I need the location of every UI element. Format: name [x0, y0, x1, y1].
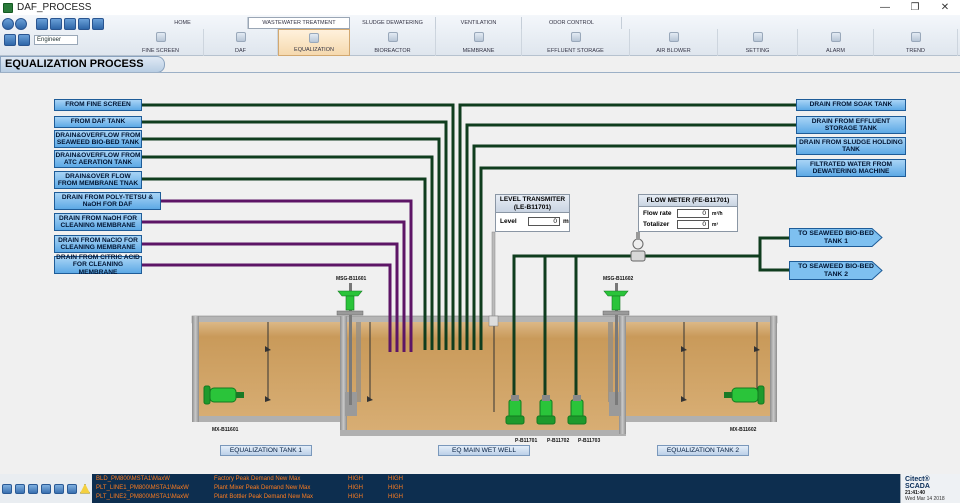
input-from-daf-tank[interactable]: FROM DAF TANK: [54, 116, 142, 128]
level-transmitter-title: LEVEL TRANSMITER (LE-B11701): [496, 195, 569, 213]
output-bio-bed-tank-2-label: TO SEAWEED BIO-BED TANK 2: [798, 263, 874, 278]
input-membrane-tank[interactable]: DRAIN&OVER FLOW FROM MEMBRANE TNAK: [54, 171, 142, 189]
input-naclo-membrane[interactable]: DRAIN FROM NaClO FOR CLEANING MEMBRANE: [54, 235, 142, 253]
tag-mx-b11601: MX-B11601: [212, 427, 239, 433]
alarm-prio: HIGH: [348, 494, 363, 500]
flow-meter-title: FLOW METER (FE-B11701): [639, 195, 737, 207]
input-soak-tank[interactable]: DRAIN FROM SOAK TANK: [796, 99, 906, 111]
alarm-list-icon[interactable]: [28, 483, 38, 494]
input-seaweed-bio-bed[interactable]: DRAIN&OVERFLOW FROM SEAWEED BIO-BED TANK: [54, 130, 142, 148]
level-value: 0: [528, 217, 560, 226]
tag-msg-b11601: MSG-B11601: [336, 276, 367, 282]
alarm-filter-icon[interactable]: [41, 483, 51, 494]
output-bio-bed-tank-1[interactable]: TO SEAWEED BIO-BED TANK 1: [789, 228, 883, 247]
tag-msg-b11602: MSG-B11602: [603, 276, 634, 282]
clock-date: Wed Mar 14 2018: [905, 496, 945, 502]
level-unit: m: [563, 218, 569, 225]
totalizer-label: Totalizer: [643, 221, 670, 228]
output-bio-bed-tank-1-label: TO SEAWEED BIO-BED TANK 1: [798, 230, 874, 245]
input-dewatering-machine[interactable]: FILTRATED WATER FROM DEWATERING MACHINE: [796, 159, 906, 177]
level-transmitter-sensor[interactable]: [488, 315, 499, 327]
flow-meter-panel: FLOW METER (FE-B11701) Flow rate 0 m³/h …: [638, 194, 738, 232]
tank-2-label[interactable]: EQUALIZATION TANK 2: [657, 445, 749, 456]
tag-p-b11702: P-B11702: [547, 438, 570, 444]
alarm-menu-icon[interactable]: [2, 483, 12, 494]
totalizer-unit: m³: [712, 221, 719, 228]
alarm-desc: Plant Mixer Peak Demand New Max: [214, 485, 311, 491]
level-label: Level: [500, 218, 517, 225]
green-inlet-pipes: [141, 103, 455, 350]
wet-well-label[interactable]: EQ MAIN WET WELL: [438, 445, 530, 456]
flow-rate-row: Flow rate 0 m³/h: [639, 208, 737, 219]
level-transmitter-panel: LEVEL TRANSMITER (LE-B11701) Level 0 m: [495, 194, 570, 232]
alarm-row[interactable]: PLT_LINE1_PM800\MSTA1\MaxW Plant Mixer Pe…: [92, 484, 900, 493]
input-atc-aeration[interactable]: DRAIN&OVERFLOW FROM ATC AERATION TANK: [54, 150, 142, 168]
flow-rate-label: Flow rate: [643, 210, 672, 217]
alarm-prio: HIGH: [348, 485, 363, 491]
scada-window: DAF_PROCESS — ❐ ✕ Engineer HOME WASTEWATE…: [0, 0, 960, 503]
input-poly-tetsu[interactable]: DRAIN FROM POLY-TETSU & NaOH FOR DAF: [54, 192, 161, 210]
alarm-list: BLD_PM800\MSTA1\MaxW Factory Peak Demand …: [92, 475, 900, 502]
input-from-fine-screen[interactable]: FROM FINE SCREEN: [54, 99, 142, 111]
input-sludge-holding[interactable]: DRAIN FROM SLUDGE HOLDING TANK: [796, 137, 906, 155]
alarm-state: HIGH: [388, 476, 403, 482]
alarm-desc: Factory Peak Demand New Max: [214, 476, 301, 482]
tag-p-b11701: P-B11701: [515, 438, 538, 444]
totalizer-row: Totalizer 0 m³: [639, 219, 737, 230]
flow-meter-device[interactable]: [630, 232, 646, 262]
warning-icon[interactable]: [80, 483, 90, 494]
output-bio-bed-tank-2[interactable]: TO SEAWEED BIO-BED TANK 2: [789, 261, 883, 280]
alarm-tag: PLT_LINE1_PM800\MSTA1\MaxW: [96, 485, 189, 491]
alarm-row[interactable]: PLT_LINE2_PM800\MSTA1\MaxW Plant Bottler …: [92, 493, 900, 502]
input-naoh-membrane[interactable]: DRAIN FROM NaOH FOR CLEANING MEMBRANE: [54, 213, 142, 231]
level-row: Level 0 m: [496, 216, 569, 227]
alarm-summary-icon[interactable]: [67, 483, 77, 494]
alarm-row[interactable]: BLD_PM800\MSTA1\MaxW Factory Peak Demand …: [92, 475, 900, 484]
alarm-prio: HIGH: [348, 476, 363, 482]
status-panel: Citect® SCADA 21:41:40 Wed Mar 14 2018: [900, 474, 960, 503]
tag-p-b11703: P-B11703: [578, 438, 601, 444]
input-citric-acid[interactable]: DRAIN FROM CITRIC ACID FOR CLEANING MEMB…: [54, 254, 142, 276]
totalizer-value: 0: [677, 220, 709, 229]
alarm-silence-icon[interactable]: [54, 483, 64, 494]
level-transmitter-pole: [491, 231, 496, 321]
alarm-desc: Plant Bottler Peak Demand New Max: [214, 494, 314, 500]
alarm-ack-icon[interactable]: [15, 483, 25, 494]
tank-1-label[interactable]: EQUALIZATION TANK 1: [220, 445, 312, 456]
alarm-state: HIGH: [388, 494, 403, 500]
alarm-tag: BLD_PM800\MSTA1\MaxW: [96, 476, 170, 482]
tag-mx-b11602: MX-B11602: [730, 427, 757, 433]
input-effluent-storage[interactable]: DRAIN FROM EFFLUENT STORAGE TANK: [796, 116, 906, 134]
alarm-toolbar: [0, 474, 92, 503]
brand-label: Citect® SCADA: [905, 476, 930, 490]
tank-structure: [191, 315, 778, 436]
flow-rate-value: 0: [677, 209, 709, 218]
alarm-state: HIGH: [388, 485, 403, 491]
flow-rate-unit: m³/h: [712, 210, 723, 217]
alarm-bar: BLD_PM800\MSTA1\MaxW Factory Peak Demand …: [0, 474, 960, 503]
alarm-tag: PLT_LINE2_PM800\MSTA1\MaxW: [96, 494, 189, 500]
